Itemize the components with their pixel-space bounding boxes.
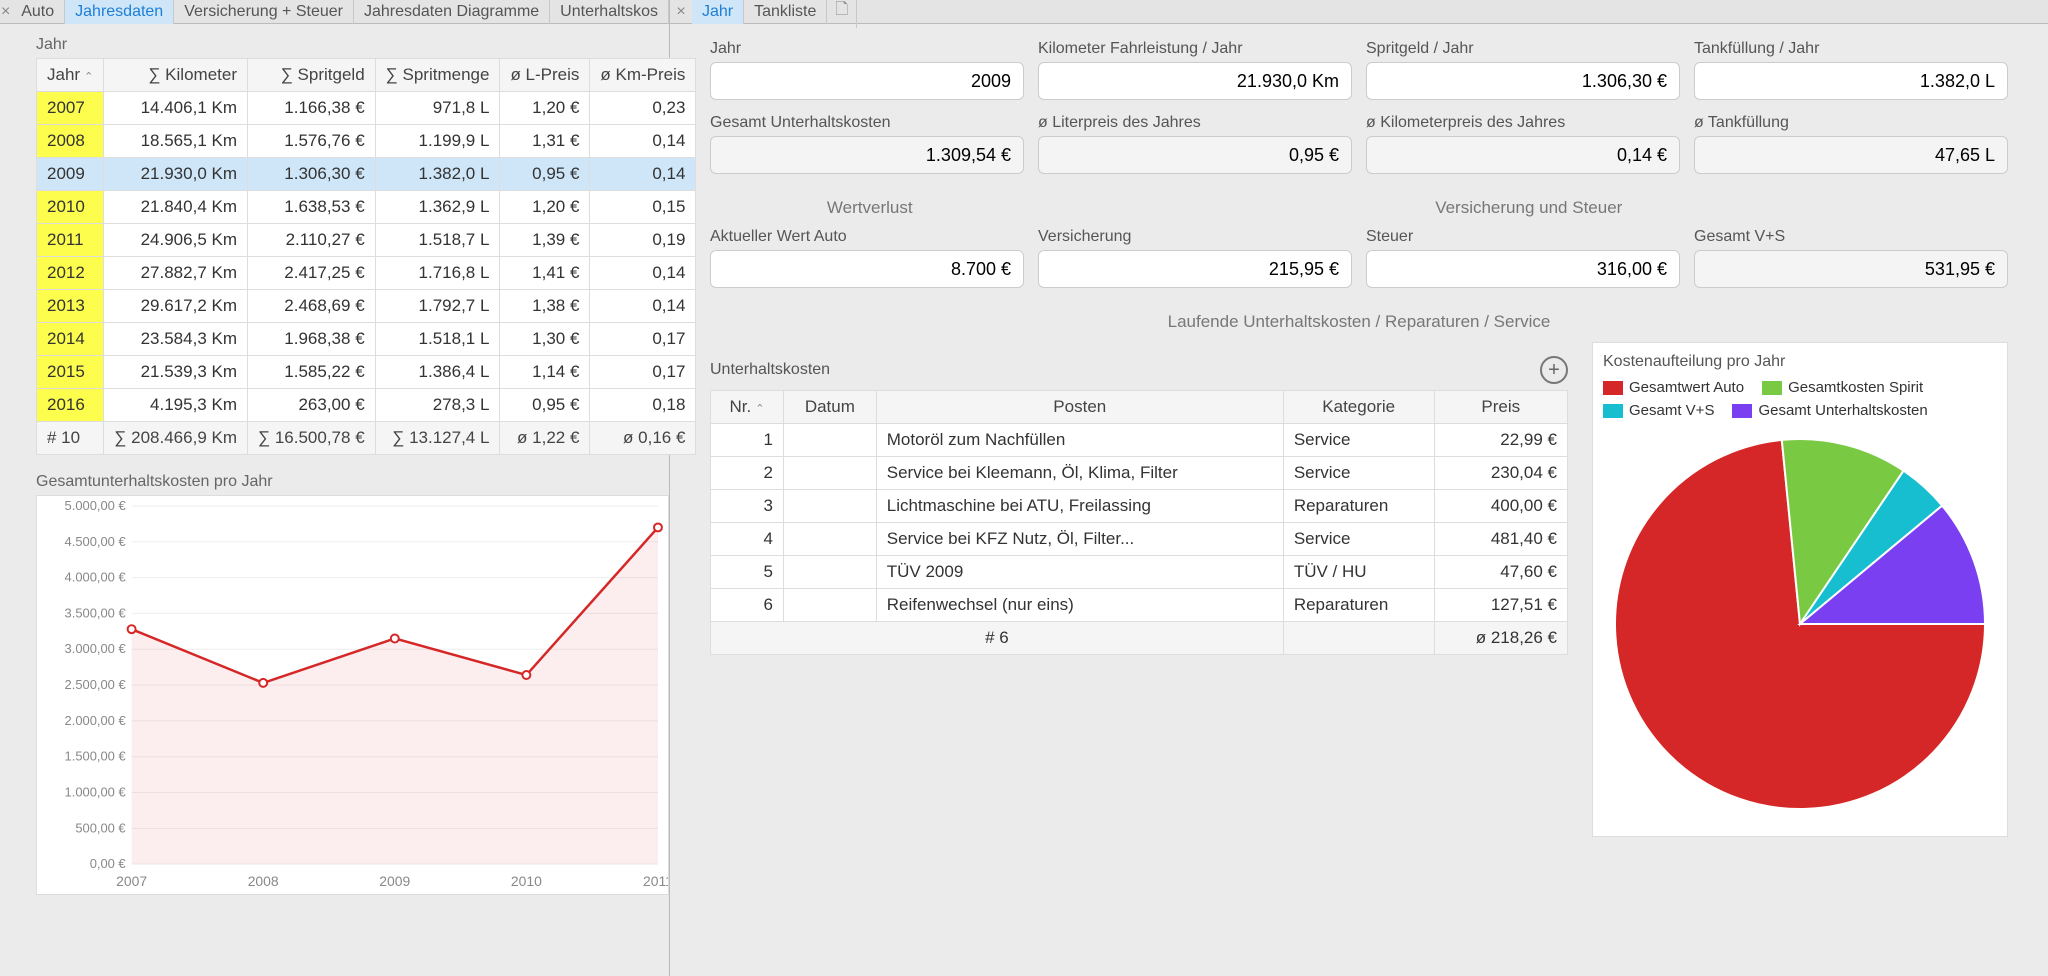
utable-header[interactable]: Nr.⌃: [711, 391, 784, 424]
field-label: ø Tankfüllung: [1694, 114, 2008, 132]
legend-item: Gesamt Unterhaltskosten: [1732, 402, 1927, 419]
svg-text:2.000,00 €: 2.000,00 €: [65, 713, 126, 728]
field-kilometer-fahrleistung-jahr[interactable]: [1038, 62, 1352, 100]
ytable-header[interactable]: ∑ Kilometer: [104, 59, 248, 92]
pie-chart: [1603, 427, 1997, 821]
unterhaltskosten-table[interactable]: Nr.⌃DatumPostenKategoriePreis 1Motoröl z…: [710, 390, 1568, 655]
field-aktueller-wert-auto[interactable]: [710, 250, 1024, 288]
section-laufende: Laufende Unterhaltskosten / Reparaturen …: [710, 302, 2008, 342]
tab-jahresdaten-diagramme[interactable]: Jahresdaten Diagramme: [354, 0, 550, 24]
table-row[interactable]: 4Service bei KFZ Nutz, Öl, Filter...Serv…: [711, 523, 1568, 556]
svg-text:2008: 2008: [248, 873, 279, 889]
utable-header[interactable]: Kategorie: [1283, 391, 1434, 424]
field-label: Steuer: [1366, 228, 1680, 246]
utable-header[interactable]: Posten: [876, 391, 1283, 424]
field--literpreis-des-jahres: [1038, 136, 1352, 174]
legend-item: Gesamtwert Auto: [1603, 379, 1744, 396]
pie-chart-box: Kostenaufteilung pro Jahr Gesamtwert Aut…: [1592, 342, 2008, 837]
field-label: ø Kilometerpreis des Jahres: [1366, 114, 1680, 132]
svg-text:2.500,00 €: 2.500,00 €: [65, 677, 126, 692]
field-label: ø Literpreis des Jahres: [1038, 114, 1352, 132]
field-versicherung[interactable]: [1038, 250, 1352, 288]
unterhaltskosten-title: Unterhaltskosten: [710, 361, 830, 379]
svg-text:2011: 2011: [643, 873, 668, 889]
line-chart: 0,00 € 500,00 € 1.000,00 € 1.500,00 € 2.000,…: [36, 495, 669, 895]
table-row[interactable]: 5TÜV 2009TÜV / HU47,60 €: [711, 556, 1568, 589]
legend-item: Gesamt V+S: [1603, 402, 1714, 419]
field--kilometerpreis-des-jahres: [1366, 136, 1680, 174]
add-button[interactable]: +: [1540, 356, 1568, 384]
table-row[interactable]: 201227.882,7 Km2.417,25 €1.716,8 L1,41 €…: [37, 257, 696, 290]
utable-header[interactable]: Preis: [1434, 391, 1567, 424]
uh-footer-count: # 6: [711, 622, 1284, 655]
ytable-header[interactable]: Jahr⌃: [37, 59, 104, 92]
field-gesamt-v-s: [1694, 250, 2008, 288]
svg-text:1.500,00 €: 1.500,00 €: [65, 749, 126, 764]
table-row[interactable]: 201423.584,3 Km1.968,38 €1.518,1 L1,30 €…: [37, 323, 696, 356]
tab-jahr[interactable]: Jahr: [692, 0, 744, 24]
svg-text:1.000,00 €: 1.000,00 €: [65, 784, 126, 799]
pie-chart-title: Kostenaufteilung pro Jahr: [1603, 353, 1997, 371]
field-label: Gesamt Unterhaltskosten: [710, 114, 1024, 132]
field-tankf-llung-jahr[interactable]: [1694, 62, 2008, 100]
svg-text:0,00 €: 0,00 €: [90, 856, 126, 871]
table-row[interactable]: 200714.406,1 Km1.166,38 €971,8 L1,20 €0,…: [37, 92, 696, 125]
field-label: Gesamt V+S: [1694, 228, 2008, 246]
field-label: Versicherung: [1038, 228, 1352, 246]
svg-text:4.500,00 €: 4.500,00 €: [65, 534, 126, 549]
field-label: Jahr: [710, 40, 1024, 58]
tab-jahresdaten[interactable]: Jahresdaten: [65, 0, 174, 24]
line-chart-title: Gesamtunterhaltskosten pro Jahr: [0, 455, 669, 495]
close-icon[interactable]: ×: [0, 3, 11, 21]
tab-auto[interactable]: Auto: [11, 0, 65, 24]
tab-tankliste[interactable]: Tankliste: [744, 0, 827, 24]
field-label: Tankfüllung / Jahr: [1694, 40, 2008, 58]
svg-text:5.000,00 €: 5.000,00 €: [65, 498, 126, 513]
table-row[interactable]: 201329.617,2 Km2.468,69 €1.792,7 L1,38 €…: [37, 290, 696, 323]
svg-text:2007: 2007: [116, 873, 147, 889]
field-label: Spritgeld / Jahr: [1366, 40, 1680, 58]
svg-text:2010: 2010: [511, 873, 542, 889]
field-gesamt-unterhaltskosten: [710, 136, 1024, 174]
table-row[interactable]: 20164.195,3 Km263,00 €278,3 L0,95 €0,18: [37, 389, 696, 422]
jahresdaten-table[interactable]: Jahr⌃∑ Kilometer∑ Spritgeld∑ Spritmengeø…: [36, 58, 696, 455]
tab-versicherung-steuer[interactable]: Versicherung + Steuer: [174, 0, 354, 24]
close-icon[interactable]: ×: [670, 3, 692, 21]
uh-footer-avg: ø 218,26 €: [1434, 622, 1567, 655]
ytable-header[interactable]: ø Km-Preis: [590, 59, 696, 92]
svg-text:3.500,00 €: 3.500,00 €: [65, 605, 126, 620]
ytable-header[interactable]: ∑ Spritmenge: [375, 59, 500, 92]
field-label: Kilometer Fahrleistung / Jahr: [1038, 40, 1352, 58]
table-row[interactable]: 1Motoröl zum NachfüllenService22,99 €: [711, 424, 1568, 457]
table-row[interactable]: 201521.539,3 Km1.585,22 €1.386,4 L1,14 €…: [37, 356, 696, 389]
svg-text:4.000,00 €: 4.000,00 €: [65, 570, 126, 585]
right-tabbar: × JahrTankliste 🗋: [670, 0, 2048, 24]
table-row[interactable]: 201124.906,5 Km2.110,27 €1.518,7 L1,39 €…: [37, 224, 696, 257]
left-tabbar: × AutoJahresdatenVersicherung + SteuerJa…: [0, 0, 669, 24]
section-versicherung: Versicherung und Steuer: [1050, 188, 2009, 228]
section-wertverlust: Wertverlust: [710, 188, 1030, 228]
svg-text:500,00 €: 500,00 €: [75, 820, 125, 835]
table-row[interactable]: 3Lichtmaschine bei ATU, FreilassingRepar…: [711, 490, 1568, 523]
ytable-header[interactable]: ∑ Spritgeld: [248, 59, 376, 92]
pie-legend: Gesamtwert Auto Gesamtkosten Spirit Gesamt…: [1603, 379, 1997, 419]
jahr-section-label: Jahr: [0, 24, 669, 58]
utable-header[interactable]: Datum: [784, 391, 877, 424]
field-jahr[interactable]: [710, 62, 1024, 100]
ytable-header[interactable]: ø L-Preis: [500, 59, 590, 92]
table-row[interactable]: 200818.565,1 Km1.576,76 €1.199,9 L1,31 €…: [37, 125, 696, 158]
tab-unterhaltskos[interactable]: Unterhaltskos: [550, 0, 669, 24]
svg-text:2009: 2009: [379, 873, 410, 889]
table-row[interactable]: 200921.930,0 Km1.306,30 €1.382,0 L0,95 €…: [37, 158, 696, 191]
svg-text:3.000,00 €: 3.000,00 €: [65, 641, 126, 656]
field-spritgeld-jahr[interactable]: [1366, 62, 1680, 100]
field--tankf-llung: [1694, 136, 2008, 174]
table-row[interactable]: 2Service bei Kleemann, Öl, Klima, Filter…: [711, 457, 1568, 490]
legend-item: Gesamtkosten Spirit: [1762, 379, 1923, 396]
table-row[interactable]: 6Reifenwechsel (nur eins)Reparaturen127,…: [711, 589, 1568, 622]
field-steuer[interactable]: [1366, 250, 1680, 288]
field-label: Aktueller Wert Auto: [710, 228, 1024, 246]
table-row[interactable]: 201021.840,4 Km1.638,53 €1.362,9 L1,20 €…: [37, 191, 696, 224]
